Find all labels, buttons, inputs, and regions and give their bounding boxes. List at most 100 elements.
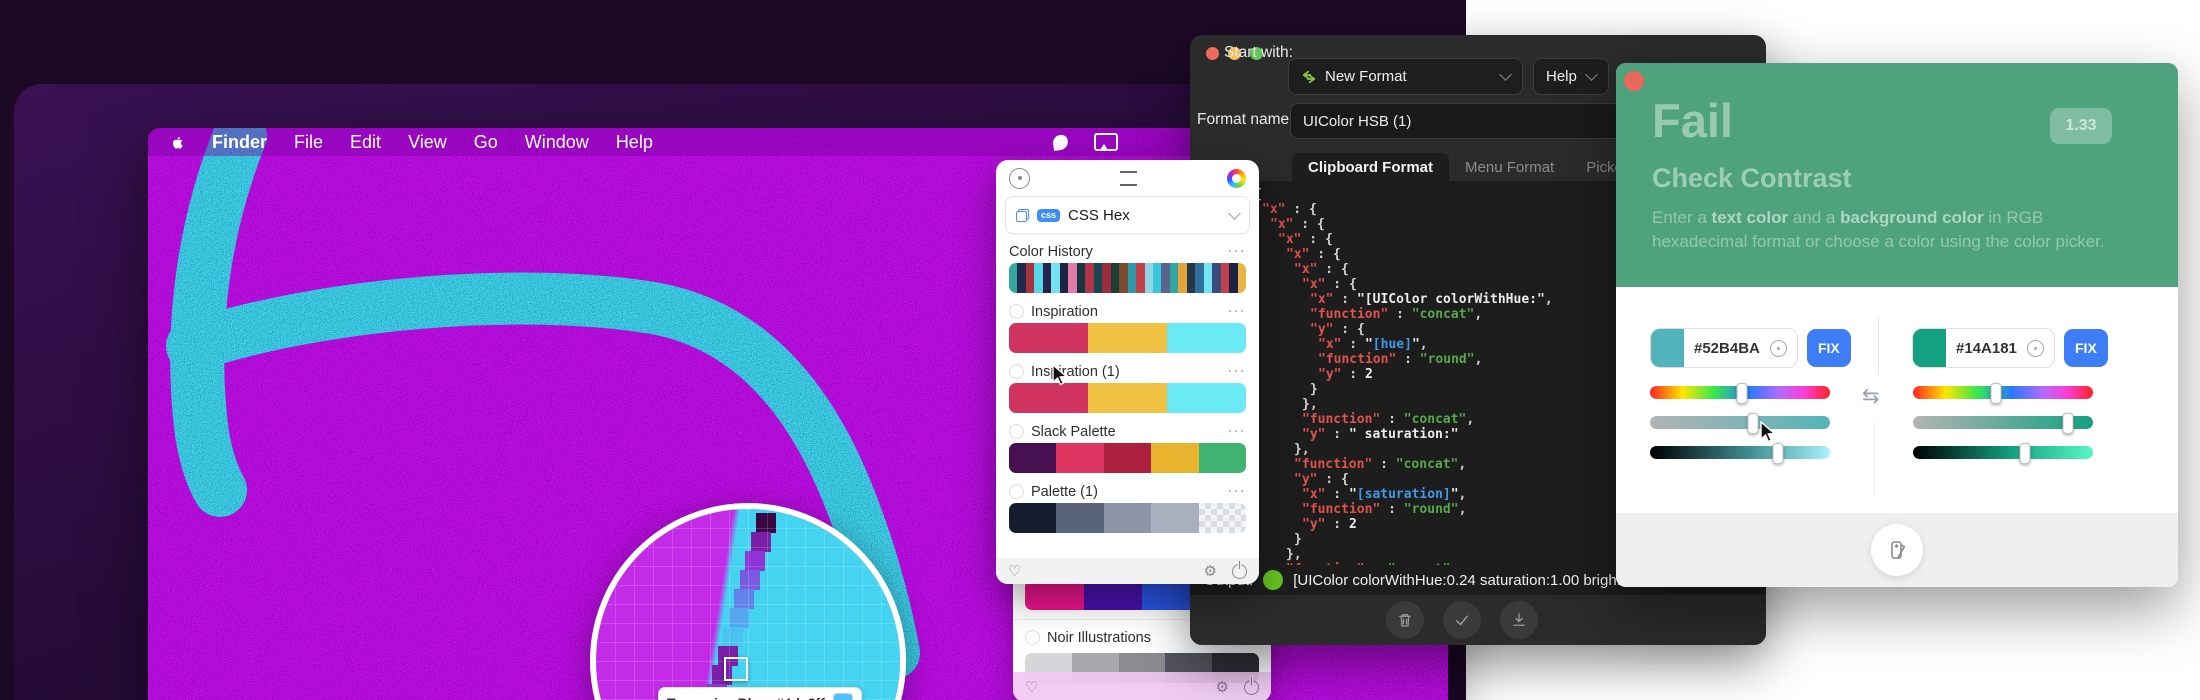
add-to-palette-button[interactable]: [1871, 524, 1923, 576]
tab-clipboard-format[interactable]: Clipboard Format: [1292, 153, 1449, 181]
screen-mirroring-icon[interactable]: [1094, 133, 1118, 151]
color-swatch[interactable]: [1034, 263, 1042, 293]
color-swatch[interactable]: [1204, 263, 1212, 293]
color-swatch[interactable]: [1170, 263, 1178, 293]
color-swatch[interactable]: [1026, 263, 1034, 293]
color-swatch[interactable]: [1088, 323, 1167, 353]
color-swatch[interactable]: [1009, 323, 1088, 353]
swap-colors-icon[interactable]: ⇆: [1862, 384, 1880, 408]
section-more-icon[interactable]: ···: [1228, 483, 1246, 500]
format-dropdown[interactable]: css CSS Hex: [1005, 196, 1250, 234]
menu-item-go[interactable]: Go: [474, 132, 498, 153]
section-more-icon[interactable]: ···: [1228, 423, 1246, 440]
color-wheel-icon[interactable]: [1227, 169, 1246, 188]
text-color-swatch[interactable]: [1651, 329, 1684, 367]
color-swatch[interactable]: [1221, 263, 1229, 293]
settings-gear-icon[interactable]: ⚙: [1216, 678, 1229, 696]
slider-handle[interactable]: [1736, 383, 1747, 404]
tab-menu-format[interactable]: Menu Format: [1449, 153, 1570, 181]
favorite-heart-icon[interactable]: ♡: [1008, 562, 1021, 580]
settings-gear-icon[interactable]: ⚙: [1204, 562, 1217, 580]
section-more-icon[interactable]: ···: [1228, 303, 1246, 320]
color-swatch[interactable]: [1056, 443, 1103, 473]
color-swatch[interactable]: [1199, 443, 1246, 473]
section-more-icon[interactable]: ···: [1228, 243, 1246, 260]
confirm-format-button[interactable]: [1443, 601, 1481, 639]
color-swatch[interactable]: [1145, 263, 1153, 293]
favorite-heart-icon[interactable]: ♡: [1025, 678, 1038, 696]
color-slider[interactable]: [1913, 386, 2093, 399]
menu-item-finder[interactable]: Finder: [212, 132, 267, 153]
background-color-swatch[interactable]: [1913, 329, 1946, 367]
color-swatch[interactable]: [1009, 443, 1056, 473]
section-more-icon[interactable]: ···: [1228, 363, 1246, 380]
color-slider[interactable]: [1650, 446, 1830, 459]
color-swatch[interactable]: [1056, 503, 1103, 533]
color-swatch[interactable]: [1153, 263, 1161, 293]
eyedropper-target-icon[interactable]: [2027, 340, 2044, 357]
save-format-button[interactable]: [1500, 601, 1538, 639]
color-swatch[interactable]: [1111, 263, 1119, 293]
radio-icon[interactable]: [1009, 304, 1024, 319]
close-window-button[interactable]: [1624, 71, 1644, 91]
color-swatch[interactable]: [1119, 263, 1127, 293]
color-picker-loupe-icon[interactable]: [1009, 168, 1030, 189]
slider-handle[interactable]: [1990, 383, 2001, 404]
color-swatch[interactable]: [1068, 263, 1076, 293]
color-slider[interactable]: [1913, 416, 2093, 429]
color-swatch[interactable]: [1161, 263, 1169, 293]
color-swatch[interactable]: [1238, 263, 1246, 293]
menu-item-view[interactable]: View: [408, 132, 447, 153]
color-swatch[interactable]: [1128, 263, 1136, 293]
power-icon[interactable]: [1232, 564, 1247, 579]
background-color-input[interactable]: #14A181: [1912, 328, 2055, 368]
color-swatch[interactable]: [1151, 443, 1198, 473]
color-swatch[interactable]: [1167, 323, 1246, 353]
radio-icon[interactable]: [1009, 424, 1024, 439]
color-slider[interactable]: [1650, 386, 1830, 399]
color-swatch[interactable]: [1043, 263, 1051, 293]
radio-icon[interactable]: [1009, 364, 1024, 379]
menu-item-edit[interactable]: Edit: [350, 132, 381, 153]
color-swatch[interactable]: [1084, 580, 1143, 610]
color-swatch[interactable]: [1229, 263, 1237, 293]
menu-item-file[interactable]: File: [294, 132, 323, 153]
radio-icon[interactable]: [1009, 484, 1024, 499]
color-swatch[interactable]: [1195, 263, 1203, 293]
color-swatch[interactable]: [1199, 503, 1246, 533]
fix-background-color-button[interactable]: FIX: [2064, 329, 2108, 367]
text-color-input[interactable]: #52B4BA: [1650, 328, 1798, 368]
color-swatch[interactable]: [1009, 503, 1056, 533]
color-swatch[interactable]: [1077, 263, 1085, 293]
color-slider[interactable]: [1650, 416, 1830, 429]
magnifier-loupe[interactable]: Turquoise Blue #4dc2ff: [590, 503, 906, 700]
menu-item-help[interactable]: Help: [616, 132, 653, 153]
color-swatch[interactable]: [1009, 263, 1017, 293]
help-dropdown[interactable]: Help: [1533, 58, 1609, 95]
color-swatch[interactable]: [1094, 263, 1102, 293]
color-swatch[interactable]: [1102, 263, 1110, 293]
menu-item-window[interactable]: Window: [525, 132, 589, 153]
color-swatch[interactable]: [1060, 263, 1068, 293]
color-swatch[interactable]: [1025, 580, 1084, 610]
color-swatch[interactable]: [1187, 263, 1195, 293]
power-icon[interactable]: [1244, 680, 1259, 695]
color-swatch[interactable]: [1212, 263, 1220, 293]
text-color-hex[interactable]: #52B4BA: [1684, 340, 1770, 357]
start-with-dropdown[interactable]: New Format: [1288, 58, 1523, 95]
slider-handle[interactable]: [2019, 443, 2030, 464]
eyedropper-target-icon[interactable]: [1770, 340, 1787, 357]
color-swatch[interactable]: [1167, 383, 1246, 413]
fix-text-color-button[interactable]: FIX: [1807, 329, 1851, 367]
colorslurp-menubar-icon[interactable]: [1052, 134, 1069, 151]
color-swatch[interactable]: [1088, 383, 1167, 413]
delete-format-button[interactable]: [1386, 601, 1424, 639]
apple-logo-icon[interactable]: [170, 134, 185, 151]
color-swatch[interactable]: [1104, 503, 1151, 533]
color-swatch[interactable]: [1151, 503, 1198, 533]
close-window-button[interactable]: [1206, 47, 1219, 60]
color-slider[interactable]: [1913, 446, 2093, 459]
color-swatch[interactable]: [1017, 263, 1025, 293]
color-swatch[interactable]: [1051, 263, 1059, 293]
menu-hamburger-icon[interactable]: [1120, 171, 1137, 186]
